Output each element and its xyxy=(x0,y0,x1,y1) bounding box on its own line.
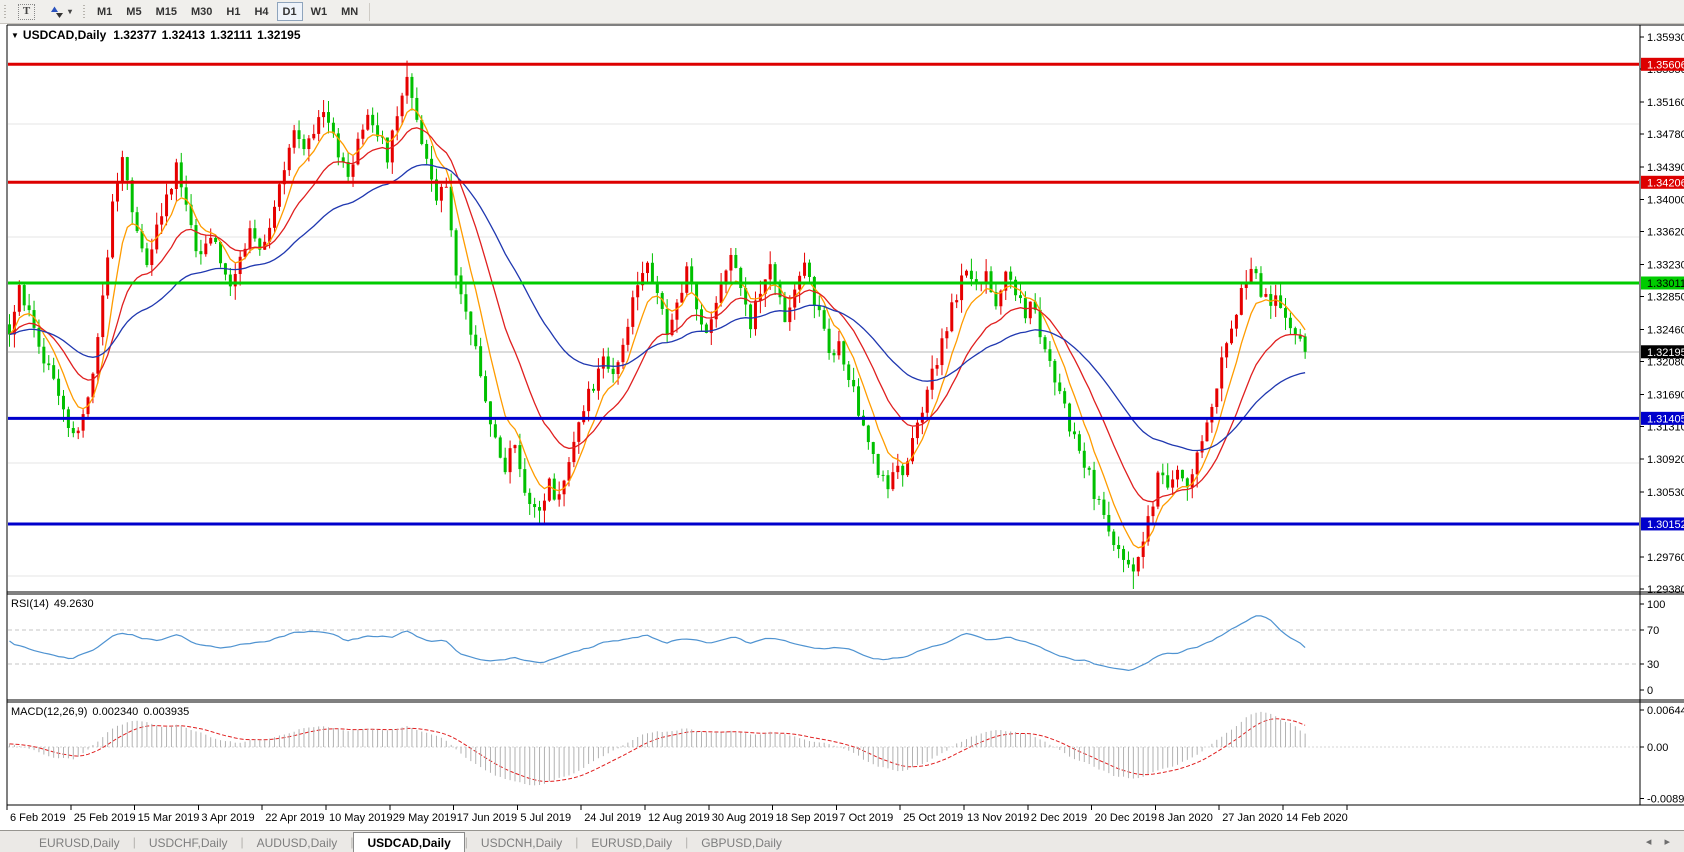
ma-mid xyxy=(9,127,1306,503)
rsi-panel: 100 70 30 0 xyxy=(8,599,1665,697)
tab-scroll-left-icon[interactable]: ◂ xyxy=(1646,836,1652,848)
main-grid xyxy=(8,123,1639,577)
date-tick-label: 20 Dec 2019 xyxy=(1095,812,1157,824)
date-tick-label: 13 Nov 2019 xyxy=(967,812,1029,824)
date-tick-label: 18 Sep 2019 xyxy=(776,812,838,824)
candles-series xyxy=(8,60,1307,589)
price-level-badge-label: 1.33011 xyxy=(1647,278,1684,290)
date-tick-label: 29 May 2019 xyxy=(393,812,457,824)
macd-histogram xyxy=(9,711,1306,786)
macd-tick-label: 0.00 xyxy=(1647,742,1668,754)
rsi-tick-label: 30 xyxy=(1647,659,1659,671)
date-tick-label: 30 Aug 2019 xyxy=(712,812,774,824)
price-tick-label: 1.29380 xyxy=(1647,584,1684,596)
tab-audusddaily-2[interactable]: AUDUSD,Daily xyxy=(244,833,351,852)
chart-symbol-label: USDCAD,Daily xyxy=(22,28,107,42)
rsi-line xyxy=(9,615,1306,672)
macd-tick-label: -0.008982 xyxy=(1647,794,1684,806)
macd-label: MACD(12,26,9) 0.002340 0.003935 xyxy=(11,706,194,718)
date-tick-label: 24 Jul 2019 xyxy=(584,812,641,824)
date-tick-label: 15 Mar 2019 xyxy=(138,812,200,824)
ohlc-close-value: 1.32195 xyxy=(257,28,301,42)
ma-mid-line xyxy=(9,127,1306,503)
ohlc-open-value: 1.32377 xyxy=(113,28,157,42)
date-axis[interactable]: 6 Feb 2019 25 Feb 2019 15 Mar 2019 3 Apr 20… xyxy=(6,805,1348,824)
date-tick-label: 14 Feb 2020 xyxy=(1286,812,1348,824)
price-tick-label: 1.31690 xyxy=(1647,389,1684,401)
price-level-badge-label: 1.30152 xyxy=(1647,519,1684,531)
macd-panel: 0.006448 0.00 -0.008982 xyxy=(8,705,1684,806)
ohlc-low-value: 1.32111 xyxy=(210,28,253,42)
tab-eurusddaily-0[interactable]: EURUSD,Daily xyxy=(26,833,133,852)
date-tick-label: 7 Oct 2019 xyxy=(839,812,893,824)
price-tick-label: 1.35160 xyxy=(1647,97,1684,109)
price-level-badge-label: 1.35606 xyxy=(1647,59,1684,71)
date-tick-label: 25 Oct 2019 xyxy=(903,812,963,824)
rsi-name: RSI(14) xyxy=(11,598,49,610)
level-lines xyxy=(8,62,1639,526)
rsi-tick-label: 0 xyxy=(1647,685,1653,697)
date-tick-label: 5 Jul 2019 xyxy=(520,812,571,824)
ma-slow-line xyxy=(9,164,1306,452)
price-axis[interactable]: 1.359301.355501.351601.347801.343901.340… xyxy=(1640,32,1684,596)
rsi-label: RSI(14) 49.2630 xyxy=(11,598,99,610)
price-tick-label: 1.29760 xyxy=(1647,552,1684,564)
price-tick-label: 1.32850 xyxy=(1647,292,1684,304)
tab-usdcnhdaily-4[interactable]: USDCNH,Daily xyxy=(468,833,575,852)
mt4-window: T ▾ M1 M5 M15 M30 H1 H4 D1 W1 MN ▼ USDCAD,Daily 1.… xyxy=(0,0,1684,852)
date-tick-label: 3 Apr 2019 xyxy=(201,812,254,824)
chart-title: ▼ USDCAD,Daily 1.32377 1.32413 1.32111 1.3219… xyxy=(11,28,301,42)
price-tick-label: 1.30530 xyxy=(1647,487,1684,499)
rsi-tick-label: 100 xyxy=(1647,599,1665,611)
price-level-badge-label: 1.31405 xyxy=(1647,413,1684,425)
price-level-badge-label: 1.34206 xyxy=(1647,177,1684,189)
date-tick-label: 22 Apr 2019 xyxy=(265,812,324,824)
macd-tick-label: 0.006448 xyxy=(1647,705,1684,717)
date-tick-label: 25 Feb 2019 xyxy=(74,812,136,824)
date-tick-label: 6 Feb 2019 xyxy=(10,812,66,824)
ma-fast-line xyxy=(9,108,1306,549)
date-tick-label: 27 Jan 2020 xyxy=(1222,812,1283,824)
date-tick-label: 8 Jan 2020 xyxy=(1158,812,1212,824)
rsi-tick-label: 70 xyxy=(1647,625,1659,637)
macd-name: MACD(12,26,9) xyxy=(11,706,88,718)
price-level-badge-label: 1.32195 xyxy=(1647,347,1684,359)
ohlc-high-value: 1.32413 xyxy=(161,28,206,42)
tab-usdchfdaily-1[interactable]: USDCHF,Daily xyxy=(136,833,241,852)
symbol-tab-bar: EURUSD,Daily | USDCHF,Daily | AUDUSD,Daily | U… xyxy=(0,830,1684,852)
price-tick-label: 1.33620 xyxy=(1647,227,1684,239)
price-tick-label: 1.34780 xyxy=(1647,129,1684,141)
rsi-current-value: 49.2630 xyxy=(53,598,94,610)
ma-slow xyxy=(9,164,1306,452)
ma-fast xyxy=(9,108,1306,549)
date-tick-label: 10 May 2019 xyxy=(329,812,393,824)
macd-signal-line xyxy=(9,718,1306,783)
date-tick-label: 2 Dec 2019 xyxy=(1031,812,1087,824)
macd-signal-value: 0.003935 xyxy=(143,706,190,718)
chart-canvas[interactable]: 1.359301.355501.351601.347801.343901.340… xyxy=(0,0,1684,852)
price-tick-label: 1.34000 xyxy=(1647,195,1684,207)
tab-scroll-right-icon[interactable]: ▸ xyxy=(1664,836,1670,848)
date-tick-label: 17 Jun 2019 xyxy=(457,812,518,824)
price-tick-label: 1.30920 xyxy=(1647,454,1684,466)
tab-scroll-buttons: ◂ ▸ xyxy=(1636,835,1670,848)
tab-gbpusddaily-6[interactable]: GBPUSD,Daily xyxy=(688,833,795,852)
collapse-triangle-icon[interactable]: ▼ xyxy=(11,31,19,40)
macd-main-value: 0.002340 xyxy=(92,706,139,718)
date-tick-label: 12 Aug 2019 xyxy=(648,812,710,824)
tab-eurusddaily-5[interactable]: EURUSD,Daily xyxy=(578,833,685,852)
price-tick-label: 1.35930 xyxy=(1647,32,1684,44)
tab-usdcaddaily-3[interactable]: USDCAD,Daily xyxy=(353,832,465,852)
price-tick-label: 1.34390 xyxy=(1647,162,1684,174)
price-tick-label: 1.33230 xyxy=(1647,260,1684,272)
price-tick-label: 1.32460 xyxy=(1647,324,1684,336)
panel-borders[interactable] xyxy=(6,24,1684,806)
symbol-tabs: EURUSD,Daily | USDCHF,Daily | AUDUSD,Daily | U… xyxy=(0,831,795,852)
